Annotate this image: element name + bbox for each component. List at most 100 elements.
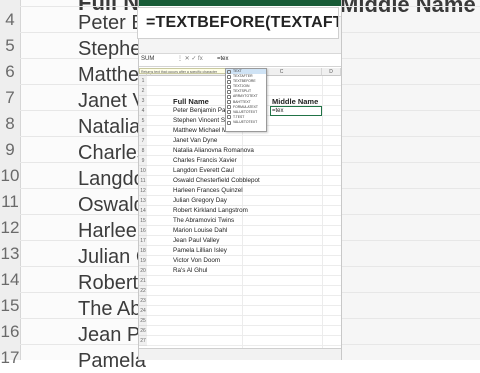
formula-bar-icons[interactable]: ⋮ ✕ ✓ fx	[177, 55, 215, 64]
function-tooltip: Returns text that occurs after a specifi…	[139, 68, 229, 74]
autocomplete-label: BAHTTEXT	[233, 99, 251, 104]
function-icon	[227, 74, 231, 79]
full-name-cell[interactable]: Julian Gregory Day	[173, 196, 227, 206]
autocomplete-label: TEXTJOIN	[233, 84, 250, 89]
row-header[interactable]: 16	[139, 226, 147, 236]
full-name-cell[interactable]: Langdon Everett Caul	[173, 166, 234, 176]
full-name-cell[interactable]: Robert Kirkland Langstrom	[173, 206, 248, 216]
row-header[interactable]: 13	[139, 196, 147, 206]
function-icon	[227, 84, 231, 89]
row-header[interactable]: 19	[139, 256, 147, 266]
row-gridline	[147, 335, 341, 336]
row-header[interactable]: 27	[139, 336, 147, 346]
background-row-number: 9	[5, 140, 15, 159]
autocomplete-label: TEXT	[233, 69, 242, 73]
background-row-number: 11	[1, 192, 19, 211]
background-row-number: 8	[5, 114, 15, 133]
autocomplete-label: ARRAYTOTEXT	[233, 94, 258, 99]
full-name-cell[interactable]: Oswald Chesterfield Cobblepot	[173, 176, 260, 186]
row-header[interactable]: 7	[139, 136, 147, 146]
row-header[interactable]: 17	[139, 236, 147, 246]
full-name-cell[interactable]: Jean Paul Valley	[173, 236, 219, 246]
row-gridline	[147, 295, 341, 296]
background-row-number: 4	[5, 10, 15, 29]
background-row-number: 12	[0, 218, 20, 237]
background-row-number: 5	[5, 36, 15, 55]
formula-callout-part1: =TEXTBEFORE(TEXTAFTER(B4," "),"	[146, 14, 338, 31]
function-icon	[227, 95, 231, 100]
formula-bar: SUM ⋮ ✕ ✓ fx =tex	[139, 54, 341, 67]
full-name-cell[interactable]: Harleen Frances Quinzel	[173, 186, 243, 196]
autocomplete-label: T.TEST	[233, 114, 245, 119]
full-name-cell[interactable]: Pamela Lillian Isley	[173, 246, 227, 256]
row-gridline	[147, 305, 341, 306]
full-name-cell[interactable]: Janet Van Dyne	[173, 136, 217, 146]
name-box[interactable]: SUM	[141, 55, 175, 64]
row-gridline	[147, 345, 341, 346]
row-header[interactable]: 10	[139, 166, 147, 176]
background-row-number: 13	[0, 244, 20, 263]
function-icon	[227, 105, 231, 110]
sheet-tabs[interactable]	[139, 348, 341, 360]
row-gridline	[147, 315, 341, 316]
function-icon	[227, 120, 231, 125]
active-cell[interactable]: =tex	[270, 106, 322, 116]
row-header[interactable]: 8	[139, 146, 147, 156]
function-icon	[227, 79, 231, 84]
function-icon	[227, 115, 231, 120]
full-name-cell[interactable]: Victor Von Doom	[173, 256, 220, 266]
background-row-number: 7	[5, 88, 15, 107]
row-header[interactable]: 24	[139, 306, 147, 316]
full-name-cell[interactable]: The Abramovici Twins	[173, 216, 234, 226]
background-row-number: 16	[0, 322, 20, 341]
formula-callout: =TEXTBEFORE(TEXTAFTER(B4," ")," ")	[138, 8, 338, 38]
row-header[interactable]: 26	[139, 326, 147, 336]
function-icon	[227, 110, 231, 115]
column-header[interactable]: D	[322, 68, 341, 76]
autocomplete-label: VALUETOTEXT	[233, 109, 258, 114]
background-row-number: 14	[0, 270, 20, 289]
autocomplete-label: VALUETOTEXT	[233, 119, 258, 124]
background-middle-name-header: Middle Name	[340, 0, 476, 17]
row-header[interactable]: 9	[139, 156, 147, 166]
row-header[interactable]: 2	[139, 86, 147, 96]
column-gridline	[322, 76, 323, 360]
autocomplete-item[interactable]: VALUETOTEXT	[226, 120, 266, 125]
formula-input[interactable]: =tex	[217, 55, 337, 64]
full-name-cell[interactable]: Natalia Alianovna Romanova	[173, 146, 254, 156]
row-header[interactable]: 18	[139, 246, 147, 256]
autocomplete-label: TEXTBEFORE	[233, 79, 256, 84]
background-row-number: 15	[0, 296, 20, 315]
function-icon	[227, 89, 231, 94]
autocomplete-list[interactable]: TEXT TEXTAFTER TEXTBEFORE TEXTJOIN TEXTSPLIT…	[225, 68, 267, 132]
autocomplete-label: TEXTAFTER	[233, 74, 253, 79]
row-gridline	[147, 285, 341, 286]
function-icon	[227, 100, 231, 105]
row-header[interactable]: 6	[139, 126, 147, 136]
row-header[interactable]: 21	[139, 276, 147, 286]
row-header[interactable]: 3	[139, 96, 147, 106]
row-header[interactable]: 15	[139, 216, 147, 226]
full-name-cell[interactable]: Marion Louise Dahl	[173, 226, 227, 236]
row-header[interactable]: 23	[139, 296, 147, 306]
row-header[interactable]: 12	[139, 186, 147, 196]
row-header[interactable]: 14	[139, 206, 147, 216]
row-header[interactable]: 1	[139, 76, 147, 86]
row-header[interactable]: 25	[139, 316, 147, 326]
row-header[interactable]: 11	[139, 176, 147, 186]
row-header[interactable]: 4	[139, 106, 147, 116]
background-row-number: 6	[5, 62, 15, 81]
background-right-area	[340, 0, 480, 360]
excel-window: FileHomeInsertPage LayoutFormulasDataRev…	[138, 0, 342, 360]
autocomplete-label: TEXTSPLIT	[233, 89, 252, 94]
row-header[interactable]: 20	[139, 266, 147, 276]
full-name-cell[interactable]: Charles Francis Xavier	[173, 156, 237, 166]
row-header[interactable]: 22	[139, 286, 147, 296]
autocomplete-label: FORMULATEXT	[233, 104, 258, 109]
row-header[interactable]: 5	[139, 116, 147, 126]
background-row-number: 10	[0, 166, 20, 185]
background-row-number: 17	[0, 348, 20, 367]
function-icon	[227, 69, 231, 74]
row-gridline	[147, 325, 341, 326]
full-name-cell[interactable]: Ra's Al Ghul	[173, 266, 207, 276]
